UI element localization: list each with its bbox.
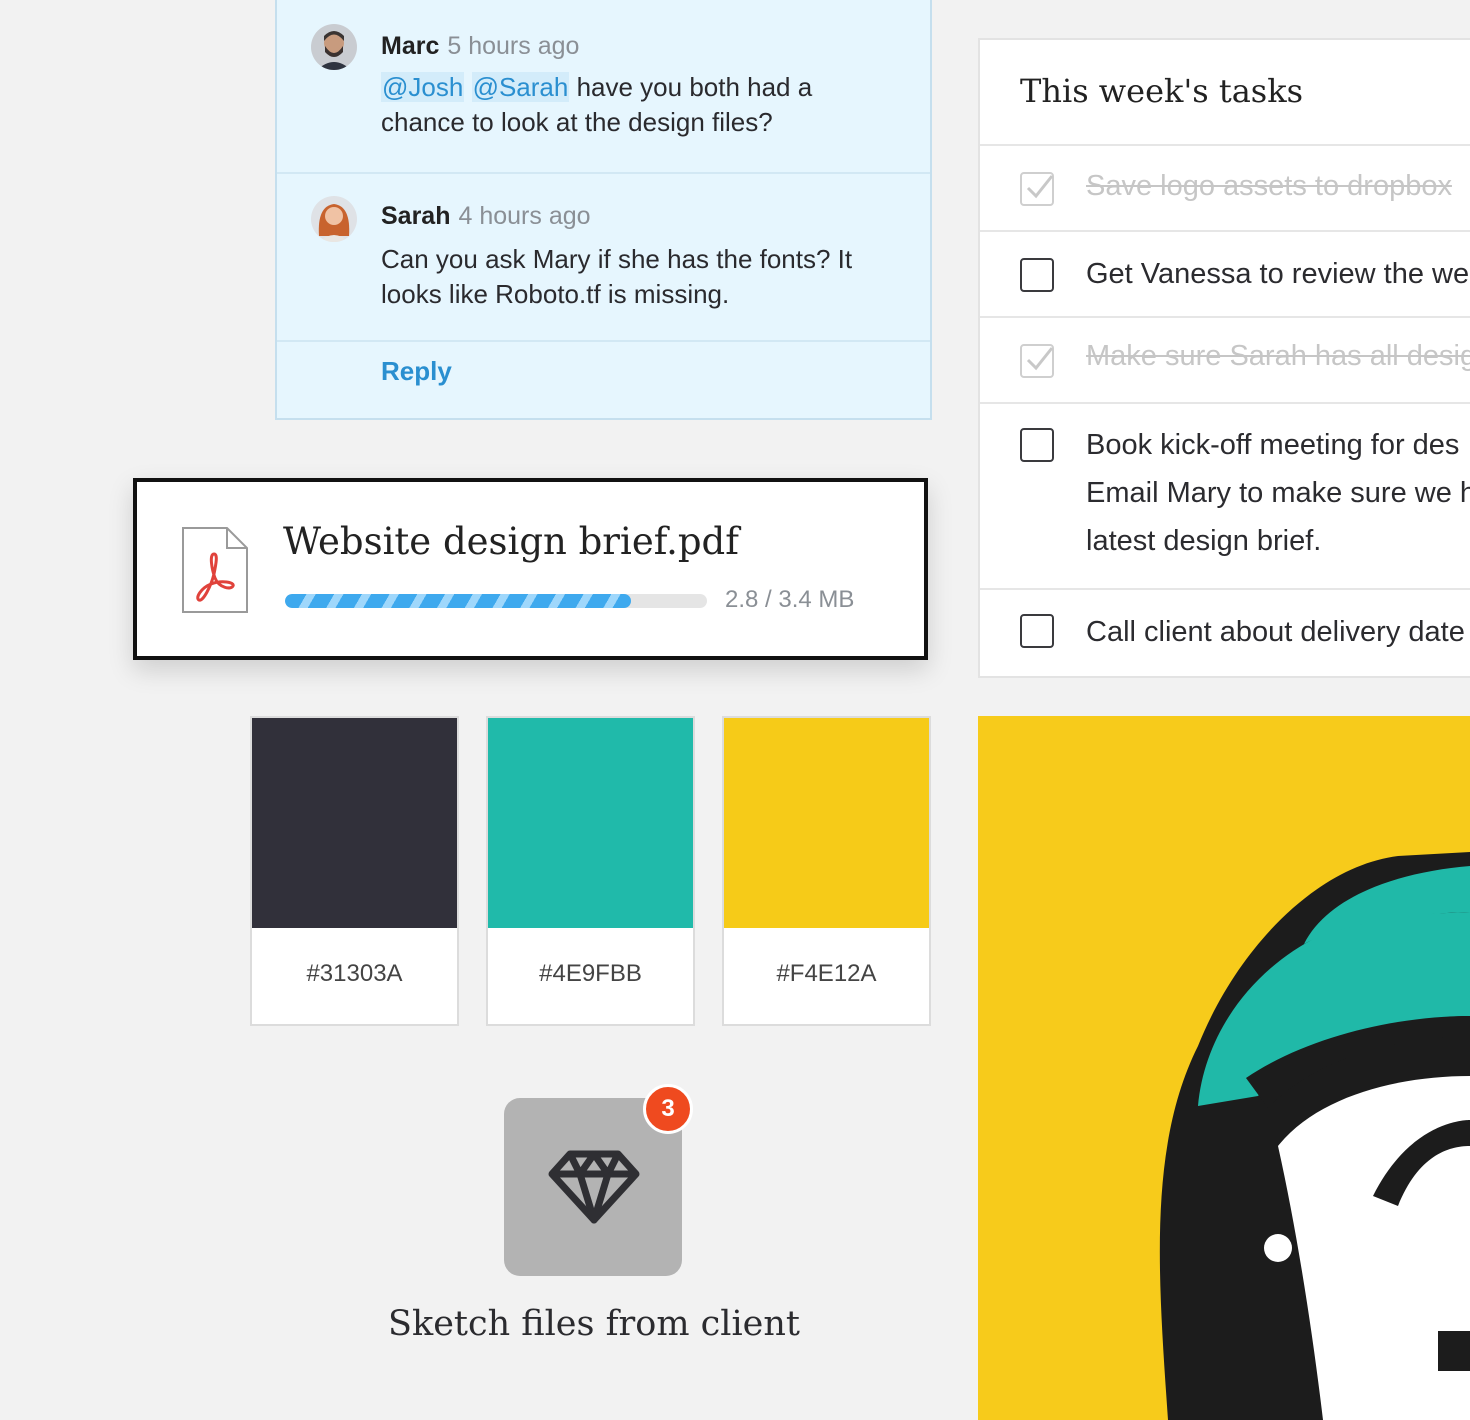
task-text: Call client about delivery date [1086, 616, 1465, 648]
task-checkbox[interactable] [1020, 172, 1054, 206]
comment-meta: Marc 5 hours ago [381, 32, 579, 61]
tasks-panel: This week's tasks Save logo assets to dr… [978, 38, 1470, 678]
task-text-line: Book kick-off meeting for des [1086, 429, 1460, 461]
comment-author: Sarah [381, 202, 451, 230]
swatch-chip [724, 718, 929, 928]
task-text: Get Vanessa to review the we [1086, 258, 1470, 290]
diamond-icon [546, 1146, 642, 1226]
mascot-illustration [978, 716, 1470, 1420]
task-text-line: Email Mary to make sure we h [1086, 477, 1470, 509]
task-text: Make sure Sarah has all desig [1086, 340, 1470, 372]
color-swatch[interactable]: #31303A [250, 716, 459, 1026]
comment-thread: Marc 5 hours ago @Josh @Sarah have you bo… [275, 0, 932, 420]
comment-meta: Sarah 4 hours ago [381, 202, 591, 231]
task-text: Save logo assets to dropbox [1086, 170, 1452, 202]
task-checkbox[interactable] [1020, 344, 1054, 378]
task-text-line: latest design brief. [1086, 525, 1322, 557]
task-text: Book kick-off meeting for des Email Mary… [1086, 421, 1470, 565]
task-checkbox[interactable] [1020, 258, 1054, 292]
swatch-chip [488, 718, 693, 928]
comment-author: Marc [381, 32, 440, 60]
comment-body: @Josh @Sarah have you both had a chance … [381, 70, 900, 140]
comment-body: Can you ask Mary if she has the fonts? I… [381, 244, 853, 309]
comment-time: 4 hours ago [458, 202, 591, 230]
mention-link[interactable]: @Josh [381, 72, 465, 102]
swatch-chip [252, 718, 457, 928]
task-item[interactable]: Save logo assets to dropbox [980, 144, 1470, 232]
folder-label: Sketch files from client [388, 1304, 800, 1344]
color-swatch[interactable]: #4E9FBB [486, 716, 695, 1026]
task-item[interactable]: Make sure Sarah has all desig [980, 316, 1470, 404]
file-name: Website design brief.pdf [283, 520, 739, 563]
upload-progress-bar [285, 594, 707, 608]
comment-time: 5 hours ago [447, 32, 580, 60]
swatch-hex: #F4E12A [776, 960, 877, 987]
tasks-title: This week's tasks [1020, 72, 1303, 110]
checkmark-icon [1026, 175, 1054, 199]
comment: Sarah 4 hours ago Can you ask Mary if she… [277, 172, 930, 342]
pdf-file-icon [181, 526, 249, 614]
checkmark-icon [1026, 347, 1054, 371]
task-item[interactable]: Book kick-off meeting for des Email Mary… [980, 402, 1470, 590]
file-size: 2.8 / 3.4 MB [725, 586, 855, 613]
swatch-hex: #4E9FBB [539, 960, 642, 987]
task-checkbox[interactable] [1020, 614, 1054, 648]
color-swatch[interactable]: #F4E12A [722, 716, 931, 1026]
avatar[interactable] [311, 196, 357, 242]
reply-button[interactable]: Reply [381, 356, 452, 387]
task-checkbox[interactable] [1020, 428, 1054, 462]
notification-badge: 3 [643, 1084, 693, 1134]
file-upload-card[interactable]: Website design brief.pdf 2.8 / 3.4 MB [133, 478, 928, 660]
task-item[interactable]: Get Vanessa to review the we [980, 230, 1470, 318]
upload-progress-fill [285, 594, 632, 608]
avatar[interactable] [311, 24, 357, 70]
comment: Marc 5 hours ago @Josh @Sarah have you bo… [277, 0, 930, 174]
swatch-hex: #31303A [306, 960, 403, 987]
mention-link[interactable]: @Sarah [471, 72, 570, 102]
task-item[interactable]: Call client about delivery date [980, 588, 1470, 676]
